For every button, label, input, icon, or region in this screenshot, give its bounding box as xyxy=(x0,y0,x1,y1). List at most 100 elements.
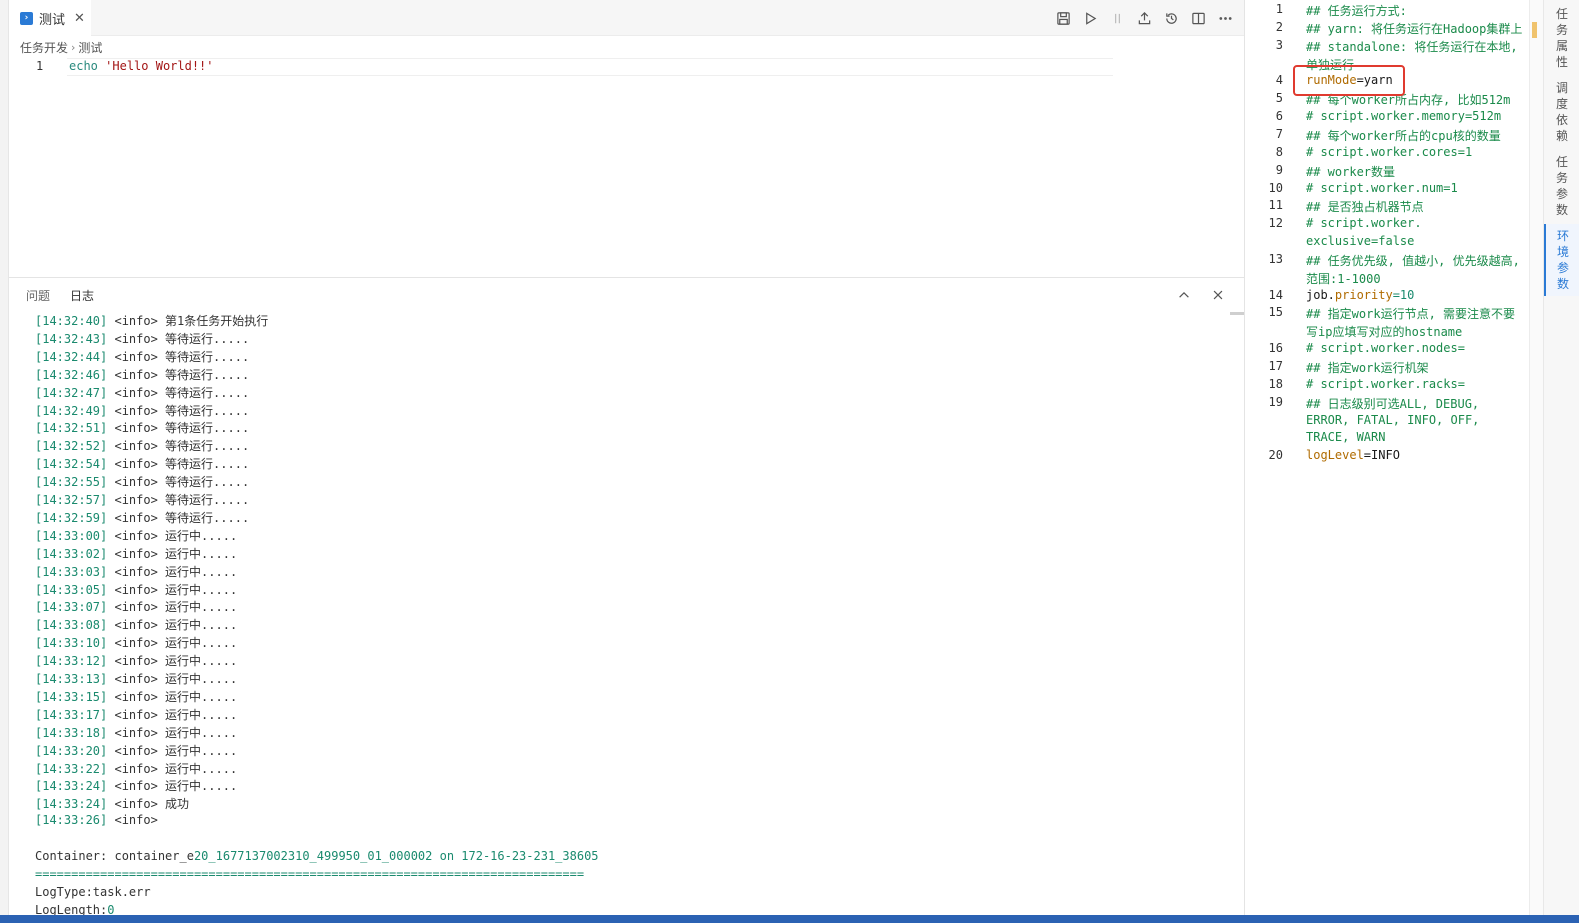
log-timestamp: [14:32:51] xyxy=(35,421,108,436)
side-tab-label: 调度依赖 xyxy=(1555,81,1568,143)
log-line: Container: container_e20_1677137002310_4… xyxy=(35,849,599,867)
log-timestamp: [14:32:44] xyxy=(35,349,108,364)
log-level: <info> xyxy=(107,654,166,669)
submit-button[interactable] xyxy=(1136,10,1153,27)
log-message: 运行中..... xyxy=(165,707,238,722)
left-gutter-strip xyxy=(0,0,9,915)
side-tab-label: 任务属性 xyxy=(1555,7,1568,69)
line-number: 18 xyxy=(1268,376,1283,391)
config-token: job. xyxy=(1306,287,1335,302)
config-scrollbar[interactable] xyxy=(1529,0,1543,915)
more-button[interactable] xyxy=(1217,10,1234,27)
log-line: [14:33:10] <info> 运行中..... xyxy=(35,634,237,652)
config-line: 8 # script.worker.cores=1 xyxy=(1245,144,1529,162)
close-panel-button[interactable] xyxy=(1210,287,1226,303)
log-level: <info> xyxy=(107,421,166,436)
log-output[interactable]: [14:32:40] <info> 第1条任务开始执行 [14:32:43] <i… xyxy=(9,312,1244,915)
breadcrumb-current[interactable]: 测试 xyxy=(78,39,102,56)
log-message: 运行中..... xyxy=(165,725,238,740)
config-line: 2 ## yarn: 将任务运行在Hadoop集群上 xyxy=(1245,19,1529,37)
log-timestamp: [14:32:46] xyxy=(35,367,108,382)
log-message: 运行中..... xyxy=(165,743,238,758)
config-line: 20 logLevel=INFO xyxy=(1245,447,1529,465)
log-scrollbar[interactable] xyxy=(1230,312,1244,315)
config-line: 10 # script.worker.num=1 xyxy=(1245,180,1529,198)
log-timestamp: [14:32:59] xyxy=(35,510,108,525)
line-number: 5 xyxy=(1275,91,1283,106)
log-line: [14:32:40] <info> 第1条任务开始执行 xyxy=(35,312,268,330)
log-timestamp: [14:33:05] xyxy=(35,582,108,597)
code-editor[interactable]: 1 echo 'Hello World!!' xyxy=(9,58,1244,276)
collapse-panel-button[interactable] xyxy=(1176,287,1192,303)
tab-log[interactable]: 日志 xyxy=(70,287,94,304)
side-tab-2[interactable]: 任务参数 xyxy=(1544,150,1579,222)
log-line: [14:32:47] <info> 等待运行..... xyxy=(35,384,249,402)
log-timestamp: [14:33:18] xyxy=(35,725,108,740)
log-message: 运行中..... xyxy=(165,528,238,543)
log-line: [14:33:22] <info> 运行中..... xyxy=(35,760,237,778)
log-timestamp: [14:32:43] xyxy=(35,331,108,346)
log-length-label: LogLength: xyxy=(35,902,108,915)
config-line: 9 ## worker数量 xyxy=(1245,162,1529,180)
log-level: <info> xyxy=(107,403,166,418)
log-message: 运行中..... xyxy=(165,582,238,597)
side-tab-3[interactable]: 环境参数 xyxy=(1544,224,1579,296)
current-line-highlight xyxy=(67,58,1113,76)
log-timestamp: [14:33:13] xyxy=(35,672,108,686)
more-icon xyxy=(1219,16,1232,20)
log-line: [14:33:20] <info> 运行中..... xyxy=(35,742,237,760)
config-line: 11 ## 是否独占机器节点 xyxy=(1245,197,1529,215)
config-line: 18 # script.worker.racks= xyxy=(1245,376,1529,394)
close-icon[interactable]: ✕ xyxy=(74,11,85,26)
config-line: 7 ## 每个worker所占的cpu核的数量 xyxy=(1245,126,1529,144)
stop-button[interactable] xyxy=(1109,10,1126,27)
log-level: <info> xyxy=(107,475,166,490)
side-tab-1[interactable]: 调度依赖 xyxy=(1544,76,1579,148)
log-message: 等待运行..... xyxy=(165,510,250,525)
pause-icon xyxy=(1115,13,1120,23)
log-message: 等待运行..... xyxy=(165,349,250,364)
config-token: 写ip应填写对应的hostname xyxy=(1306,325,1463,340)
log-level: <info> xyxy=(107,707,166,722)
chevron-right-icon: › xyxy=(71,40,76,54)
config-line: 19 ## 日志级别可选ALL, DEBUG, xyxy=(1245,394,1529,412)
log-length-value: 0 xyxy=(107,902,115,915)
config-line: 15 ## 指定work运行节点, 需要注意不要 xyxy=(1245,304,1529,322)
line-number: 15 xyxy=(1268,305,1283,320)
config-text: # script.worker. xyxy=(1306,216,1422,230)
config-token: ## 指定work运行节点, 需要注意不要 xyxy=(1306,307,1516,322)
tab-test[interactable]: › 测试 ✕ xyxy=(9,0,91,36)
log-line: [14:33:18] <info> 运行中..... xyxy=(35,724,237,742)
save-button[interactable] xyxy=(1055,10,1072,27)
log-level: <info> xyxy=(107,813,166,828)
split-button[interactable] xyxy=(1190,10,1207,27)
log-message: 运行中..... xyxy=(165,761,238,776)
log-line: [14:33:07] <info> 运行中..... xyxy=(35,598,237,616)
tab-problems[interactable]: 问题 xyxy=(26,287,50,304)
log-message: 第1条任务开始执行 xyxy=(165,314,269,328)
log-level: <info> xyxy=(107,564,166,579)
log-level: <info> xyxy=(107,331,166,346)
config-line: exclusive=false xyxy=(1245,233,1529,251)
config-line: 13 ## 任务优先级, 值越小, 优先级越高, xyxy=(1245,251,1529,269)
config-token: ## worker数量 xyxy=(1306,164,1396,179)
chevron-up-icon xyxy=(1179,291,1189,298)
log-timestamp: [14:33:07] xyxy=(35,600,108,615)
side-tab-0[interactable]: 任务属性 xyxy=(1544,2,1579,74)
log-level: <info> xyxy=(107,797,166,812)
log-message: 等待运行..... xyxy=(165,385,250,400)
line-number: 6 xyxy=(1275,109,1283,124)
log-message: 等待运行..... xyxy=(165,493,250,507)
line-number: 10 xyxy=(1268,180,1283,195)
config-token: # script.worker.nodes= xyxy=(1306,341,1465,356)
env-params-editor[interactable]: 1 ## 任务运行方式: 2 ## yarn: 将任务运行在Hadoop集群上 3 ## … xyxy=(1245,0,1529,915)
config-text: exclusive=false xyxy=(1306,234,1414,248)
log-line: [14:33:00] <info> 运行中..... xyxy=(35,527,237,545)
log-timestamp: [14:33:24] xyxy=(35,779,108,794)
config-text: ## 任务运行方式: xyxy=(1306,2,1407,19)
log-timestamp: [14:32:40] xyxy=(35,314,108,328)
config-text: # script.worker.memory=512m xyxy=(1306,109,1501,123)
run-button[interactable] xyxy=(1082,10,1099,27)
history-button[interactable] xyxy=(1163,10,1180,27)
breadcrumb-root[interactable]: 任务开发 xyxy=(20,39,68,56)
